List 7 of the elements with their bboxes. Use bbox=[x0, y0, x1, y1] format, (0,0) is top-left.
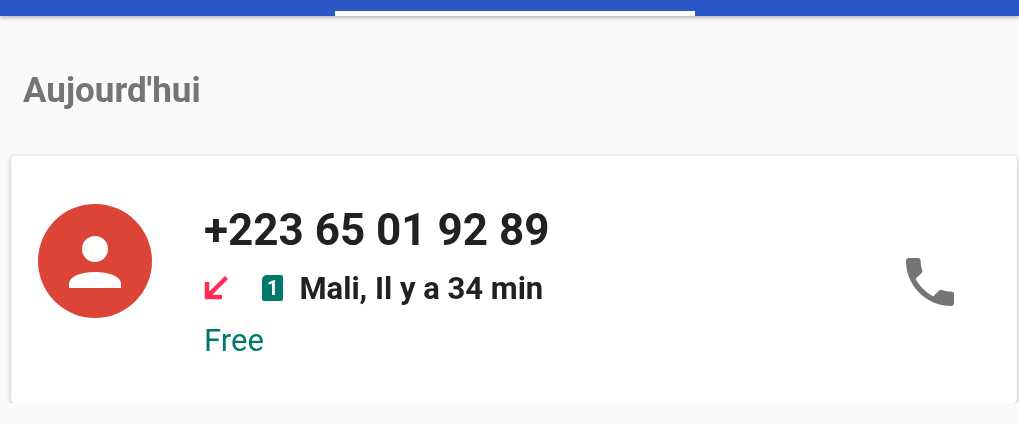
carrier-label: Free bbox=[204, 322, 265, 359]
contact-avatar-icon bbox=[38, 204, 152, 318]
call-details: Mali, Il y a 34 min bbox=[299, 269, 544, 307]
phone-number: +223 65 01 92 89 bbox=[204, 204, 551, 256]
section-header: Aujourd'hui bbox=[22, 69, 202, 113]
sim-badge: 1 bbox=[262, 275, 284, 301]
call-log-card[interactable]: +223 65 01 92 89 1 Mali, Il y a 34 min Free bbox=[11, 156, 1017, 403]
